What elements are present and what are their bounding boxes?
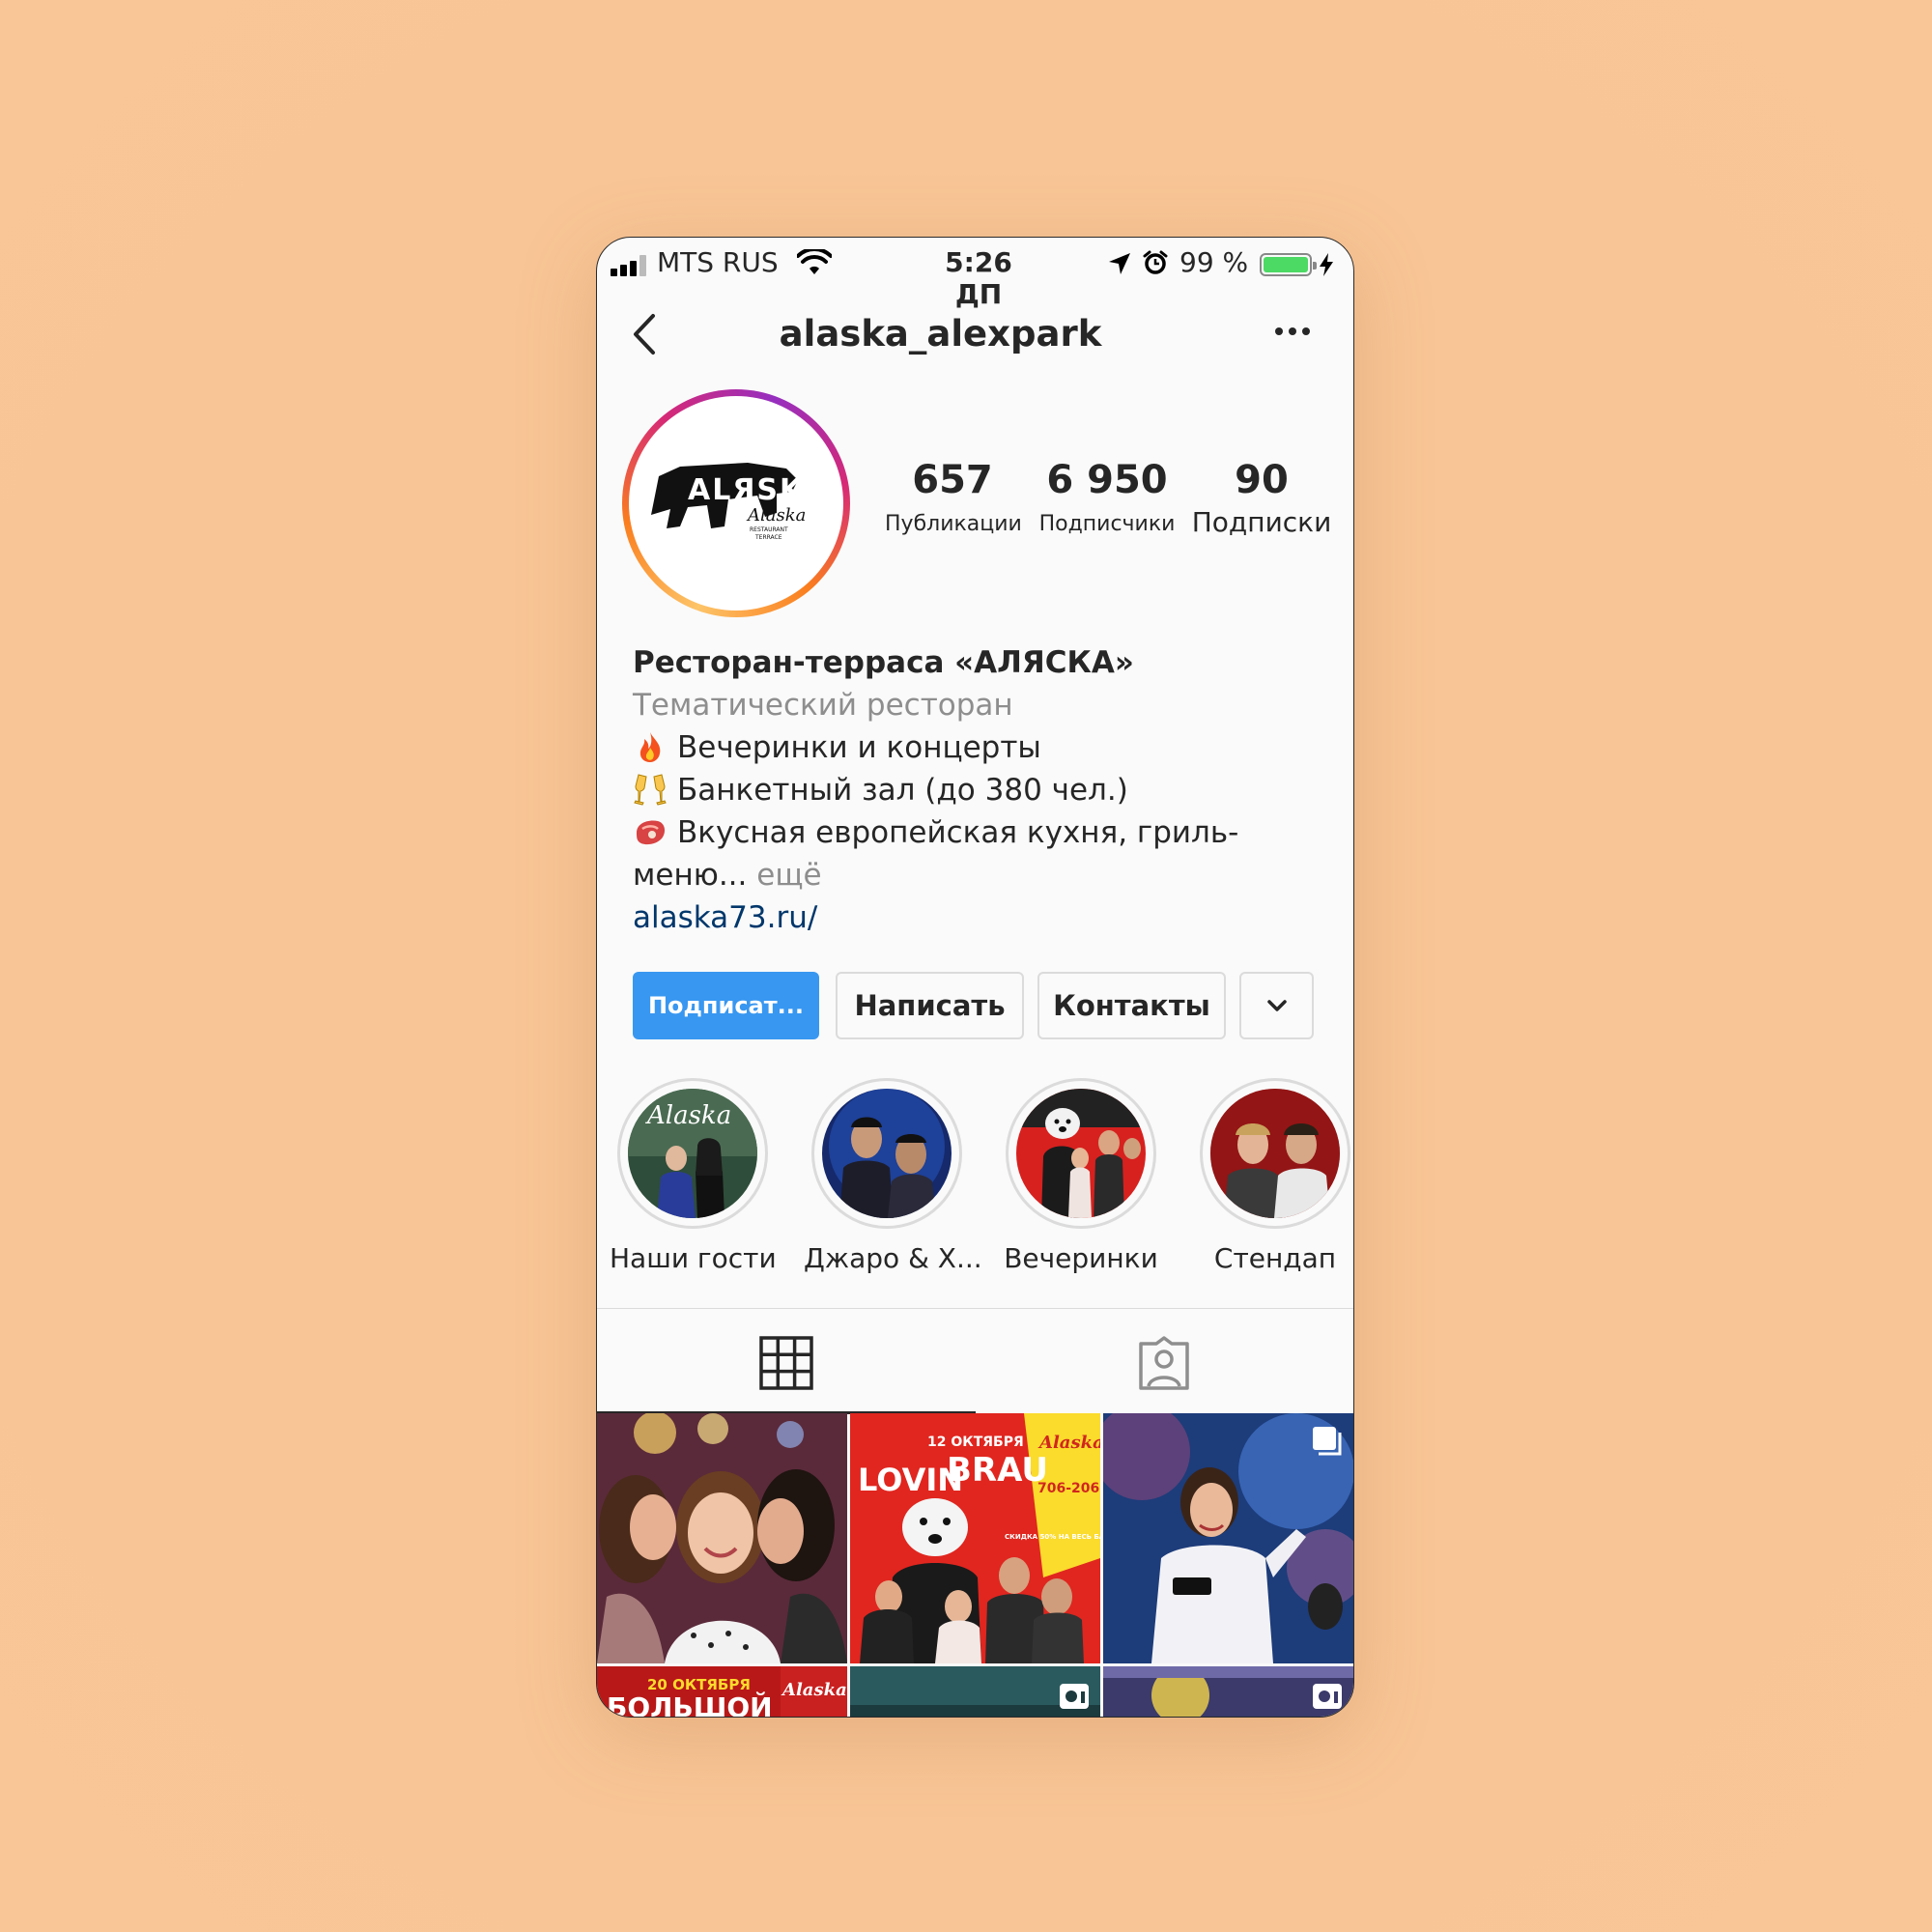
bio-line-1-text: Вечеринки и концерты	[677, 730, 1041, 765]
alarm-icon	[1143, 250, 1168, 274]
bio-line-2: Банкетный зал (до 380 чел.)	[633, 769, 1309, 811]
bio-line-4-text: меню...	[633, 858, 748, 893]
highlight-photo	[1210, 1089, 1340, 1218]
bio-line-4: меню... ещё	[633, 854, 1309, 896]
highlight-our-guests[interactable]: Alaska Наши гости	[610, 1078, 777, 1274]
highlight-label: Наши гости	[610, 1242, 777, 1274]
stat-following-count: 90	[1235, 458, 1289, 502]
profile-avatar[interactable]: ALЯSKA Alaska RESTAURANT TERRACE	[622, 389, 850, 617]
signal-strength-icon	[611, 255, 653, 276]
stat-posts-label: Публикации	[885, 512, 1022, 536]
bio-name: Ресторан-терраса «АЛЯСКА»	[633, 645, 1134, 680]
svg-text:Alaska: Alaska	[645, 1101, 731, 1130]
post-brand: Alaska	[1037, 1433, 1100, 1453]
logo-sub2: TERRACE	[754, 534, 782, 541]
logo-sub1: RESTAURANT	[750, 526, 788, 533]
chevron-down-icon	[1266, 1000, 1287, 1011]
phone-screen: MTS RUS 5:26 ДП 99 % alaska_alexpark ALЯ…	[596, 237, 1354, 1718]
carousel-icon	[1313, 1427, 1342, 1456]
stat-following[interactable]: 90 Подписки	[1184, 458, 1339, 538]
stat-followers[interactable]: 6 950 Подписчики	[1030, 458, 1184, 536]
post-thumbnail[interactable]: 20 ОКТЯБРЯ БОЛЬШОЙ Alaska	[597, 1666, 847, 1718]
status-bar: MTS RUS 5:26 ДП 99 %	[597, 238, 1353, 310]
bio-more-link[interactable]: ещё	[756, 858, 821, 893]
stat-posts-count: 657	[912, 458, 993, 502]
post-thumbnail[interactable]	[1103, 1413, 1353, 1663]
tagged-person-icon	[1139, 1336, 1189, 1390]
post-brand: Alaska	[781, 1680, 847, 1700]
highlight-parties[interactable]: Вечеринки	[998, 1078, 1164, 1274]
highlight-photo: Alaska	[628, 1089, 757, 1218]
follow-button[interactable]: Подписат...	[633, 972, 819, 1039]
highlight-photo	[1016, 1089, 1146, 1218]
bio-line-2-text: Банкетный зал (до 380 чел.)	[677, 773, 1128, 808]
video-icon	[1313, 1684, 1342, 1709]
highlight-label: Джаро & Х...	[804, 1242, 982, 1274]
grid-icon	[759, 1336, 813, 1390]
contacts-button[interactable]: Контакты	[1037, 972, 1226, 1039]
profile-username: alaska_alexpark	[779, 313, 1102, 355]
post-image	[597, 1413, 847, 1663]
post-thumbnail[interactable]	[597, 1413, 847, 1663]
stat-following-label: Подписки	[1191, 506, 1332, 538]
location-arrow-icon	[1109, 253, 1130, 274]
profile-tabs	[597, 1308, 1354, 1414]
battery-percent: 99 %	[1179, 246, 1249, 278]
battery-icon	[1260, 253, 1317, 276]
post-title: БОЛЬШОЙ	[607, 1690, 773, 1718]
fire-icon	[639, 732, 661, 762]
more-options-icon[interactable]	[1269, 317, 1316, 346]
highlight-standup[interactable]: Стендап	[1192, 1078, 1353, 1274]
suggestions-dropdown-button[interactable]	[1239, 972, 1314, 1039]
bio-line-1: Вечеринки и концерты	[633, 726, 1309, 769]
post-image: LOVIN BRAU 12 ОКТЯБРЯ Alaska 706-206 СКИ…	[850, 1413, 1100, 1663]
carrier-name: MTS RUS	[657, 246, 779, 278]
post-promo: СКИДКА 50% НА ВЕСЬ БАР	[1005, 1533, 1100, 1541]
highlight-jaro[interactable]: Джаро & Х...	[804, 1078, 982, 1274]
champagne-glasses-icon	[634, 774, 667, 806]
tab-posts-grid[interactable]	[597, 1309, 976, 1414]
post-title-2: BRAU	[947, 1451, 1048, 1490]
logo-text: ALЯSKA	[688, 473, 827, 507]
post-thumbnail[interactable]	[1103, 1666, 1353, 1717]
steak-icon	[637, 820, 666, 845]
message-button[interactable]: Написать	[836, 972, 1024, 1039]
bio-line-3: Вкусная европейская кухня, гриль-	[633, 811, 1309, 854]
post-image: 20 ОКТЯБРЯ БОЛЬШОЙ Alaska	[597, 1666, 847, 1718]
stat-posts: 657 Публикации	[885, 458, 1022, 536]
status-time: 5:26 ДП	[945, 246, 1012, 310]
stat-followers-count: 6 950	[1046, 458, 1168, 502]
post-thumbnail[interactable]: LOVIN BRAU 12 ОКТЯБРЯ Alaska 706-206 СКИ…	[850, 1413, 1100, 1663]
post-date: 12 ОКТЯБРЯ	[927, 1435, 1024, 1450]
bio-line-3-text: Вкусная европейская кухня, гриль-	[677, 815, 1239, 850]
post-thumbnail[interactable]	[850, 1666, 1100, 1717]
highlight-label: Стендап	[1213, 1242, 1337, 1274]
tab-tagged[interactable]	[976, 1309, 1354, 1411]
video-icon	[1060, 1684, 1089, 1709]
logo-script: Alaska	[746, 505, 806, 526]
bio-website-link[interactable]: alaska73.ru/	[633, 896, 1309, 939]
stat-followers-label: Подписчики	[1038, 512, 1176, 536]
highlight-photo	[822, 1089, 952, 1218]
profile-bio: Ресторан-терраса «АЛЯСКА» Тематический р…	[633, 641, 1309, 939]
bio-category: Тематический ресторан	[633, 688, 1013, 723]
post-price: 706-206	[1037, 1481, 1099, 1496]
highlight-label: Вечеринки	[1004, 1242, 1158, 1274]
charging-bolt-icon	[1320, 253, 1333, 276]
wifi-icon	[797, 249, 832, 274]
